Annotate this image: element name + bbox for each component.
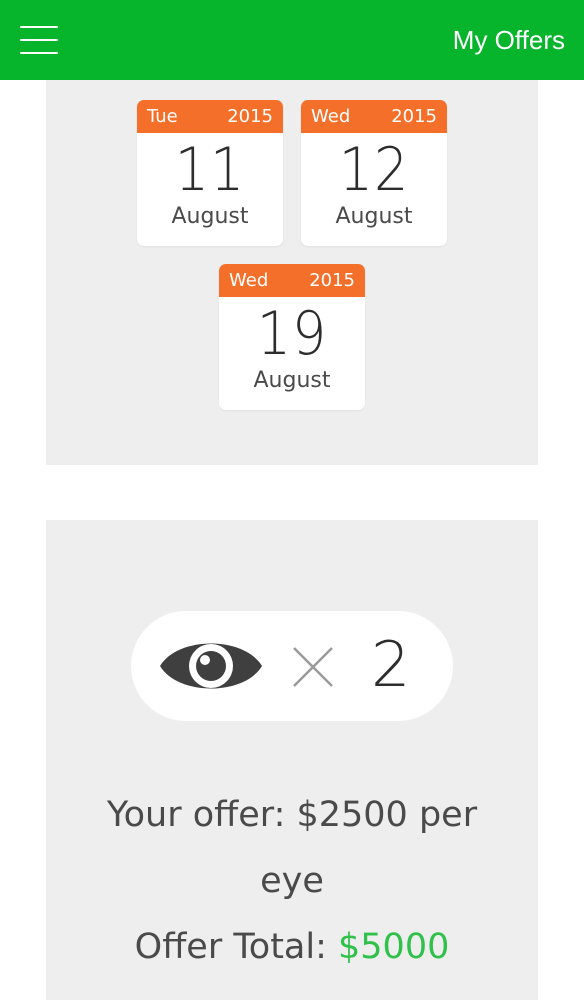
app-screen: My Offers Tue 2015 11 August Wed 2015 12… [0, 0, 584, 1000]
eye-count-pill: 2 [131, 611, 453, 721]
weekday-label: Wed [311, 106, 351, 127]
dates-panel: Tue 2015 11 August Wed 2015 12 August We… [46, 80, 538, 465]
offer-per-eye-line-2: eye [260, 861, 324, 901]
date-card-header: Wed 2015 [301, 100, 447, 133]
weekday-label: Tue [147, 106, 178, 127]
day-number: 12 [338, 135, 410, 205]
offer-summary: Your offer: $2500 per eye Offer Total: $… [46, 782, 538, 980]
month-label: August [335, 204, 413, 229]
weekday-label: Wed [229, 270, 269, 291]
date-card-header: Wed 2015 [219, 264, 365, 297]
day-number: 19 [256, 299, 328, 369]
date-card[interactable]: Tue 2015 11 August [137, 100, 283, 246]
year-label: 2015 [309, 270, 355, 291]
month-label: August [171, 204, 249, 229]
eye-icon [160, 643, 262, 689]
top-bar: My Offers [0, 0, 584, 80]
month-label: August [253, 368, 331, 393]
offer-per-eye-line-1: Your offer: $2500 per [106, 795, 478, 835]
page-title[interactable]: My Offers [453, 24, 565, 56]
year-label: 2015 [227, 106, 273, 127]
offer-panel: 2 Your offer: $2500 per eye Offer Total:… [46, 520, 538, 1000]
offer-total-amount: $5000 [338, 927, 450, 967]
hamburger-menu-icon[interactable] [16, 22, 62, 58]
offer-total-line: Offer Total: $5000 [46, 914, 538, 980]
day-number: 11 [174, 135, 246, 205]
date-card[interactable]: Wed 2015 12 August [301, 100, 447, 246]
date-card[interactable]: Wed 2015 19 August [219, 264, 365, 410]
date-card-header: Tue 2015 [137, 100, 283, 133]
year-label: 2015 [391, 106, 437, 127]
eye-count-value: 2 [371, 628, 411, 701]
times-icon [293, 647, 333, 687]
offer-total-label: Offer Total: [134, 927, 339, 967]
